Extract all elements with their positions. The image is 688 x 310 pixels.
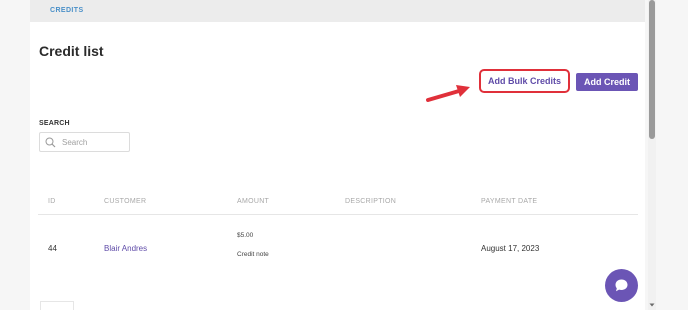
scroll-down-arrow-icon[interactable]	[648, 301, 656, 309]
row-amount-note: Credit note	[237, 251, 269, 258]
scrollbar-thumb[interactable]	[649, 0, 655, 139]
row-amount: $5.00	[237, 232, 254, 239]
column-header-description[interactable]: DESCRIPTION	[345, 198, 396, 205]
table-divider	[38, 214, 638, 215]
search-icon	[45, 137, 56, 148]
page: CREDITS Credit list Add Bulk Credits Add…	[0, 0, 688, 310]
column-header-amount[interactable]: AMOUNT	[237, 198, 269, 205]
breadcrumb[interactable]: CREDITS	[50, 7, 84, 14]
add-credit-button[interactable]: Add Credit	[576, 73, 638, 91]
add-bulk-credits-button[interactable]: Add Bulk Credits	[479, 69, 570, 93]
red-arrow-icon	[426, 85, 470, 102]
column-header-id[interactable]: ID	[48, 198, 56, 205]
breadcrumb-bar: CREDITS	[30, 0, 645, 22]
search-label: SEARCH	[39, 120, 70, 127]
chat-button[interactable]	[605, 269, 638, 302]
row-payment-date: August 17, 2023	[481, 244, 540, 253]
row-id: 44	[48, 244, 57, 253]
chat-icon	[615, 279, 628, 292]
row-customer-link[interactable]: Blair Andres	[104, 244, 147, 253]
column-header-customer[interactable]: CUSTOMER	[104, 198, 146, 205]
column-header-payment-date[interactable]: PAYMENT DATE	[481, 198, 537, 205]
main-card: Credit list Add Bulk Credits Add Credit …	[30, 22, 645, 310]
search-input[interactable]	[62, 135, 128, 149]
page-title: Credit list	[39, 43, 104, 59]
pagination-stub	[40, 301, 74, 310]
search-box[interactable]	[39, 132, 130, 152]
